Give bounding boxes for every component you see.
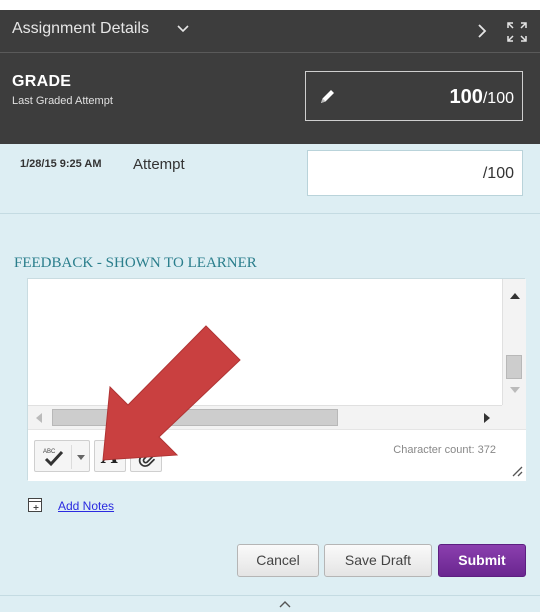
scroll-up-arrow-icon[interactable] (510, 293, 520, 299)
character-count: Character count: 372 (393, 444, 496, 456)
spellcheck-dropdown-icon[interactable] (77, 455, 85, 460)
spellcheck-button[interactable]: ABC (34, 440, 90, 472)
scroll-right-arrow-icon[interactable] (484, 413, 490, 423)
grade-override-field[interactable]: 100/100 (305, 71, 523, 121)
grade-sublabel: Last Graded Attempt (12, 95, 113, 107)
editor-toolbar: ABC A Character count: 372 (28, 429, 526, 481)
feedback-heading: FEEDBACK - SHOWN TO LEARNER (14, 255, 257, 271)
horizontal-scrollbar[interactable] (28, 405, 502, 429)
font-format-icon: A (102, 442, 119, 469)
panel-title[interactable]: Assignment Details (12, 20, 149, 38)
attempt-date: 1/28/15 9:25 AM (20, 158, 102, 170)
paperclip-icon (138, 447, 156, 467)
spellcheck-separator (71, 445, 72, 469)
panel-header: Assignment Details (0, 10, 540, 52)
app-frame: Assignment Details GRADE Last Graded Att… (0, 0, 540, 612)
attach-file-button[interactable] (130, 440, 162, 472)
scrollbar-corner (502, 405, 526, 429)
save-draft-button[interactable]: Save Draft (324, 544, 432, 577)
notes-icon (28, 498, 42, 512)
attempt-panel: 1/28/15 9:25 AM Attempt /100 FEEDBACK - … (0, 144, 540, 612)
add-notes-link[interactable]: Add Notes (58, 499, 114, 513)
horizontal-scroll-thumb[interactable] (52, 409, 338, 426)
feedback-text-area[interactable] (28, 279, 502, 405)
chevron-right-icon[interactable] (472, 21, 492, 41)
svg-text:ABC: ABC (43, 449, 56, 455)
attempt-label: Attempt (133, 156, 185, 173)
panel-bottom-divider (0, 595, 540, 596)
grade-score: 100/100 (449, 86, 514, 109)
resize-handle-icon[interactable] (509, 463, 523, 477)
expand-icon[interactable] (506, 21, 528, 43)
scroll-down-arrow-icon[interactable] (510, 387, 520, 393)
chevron-up-icon[interactable] (278, 599, 292, 609)
scroll-left-arrow-icon[interactable] (36, 413, 42, 423)
vertical-scroll-thumb[interactable] (506, 355, 522, 379)
chevron-down-icon[interactable] (174, 20, 192, 38)
pencil-icon[interactable] (316, 86, 338, 108)
attempt-row: 1/28/15 9:25 AM Attempt /100 (0, 144, 540, 214)
vertical-scrollbar[interactable] (502, 279, 526, 405)
cancel-button[interactable]: Cancel (237, 544, 319, 577)
spellcheck-icon: ABC (43, 449, 64, 467)
feedback-editor: ABC A Character count: 372 (27, 278, 526, 481)
grade-label: GRADE (12, 73, 72, 90)
submit-button[interactable]: Submit (438, 544, 526, 577)
font-format-button[interactable]: A (94, 440, 126, 472)
toolbar-buttons: ABC A (34, 440, 162, 472)
grade-score-value: 100 (449, 86, 483, 108)
grade-bar: GRADE Last Graded Attempt 100/100 (0, 52, 540, 144)
attempt-grade-max: /100 (482, 165, 514, 182)
grade-score-max: /100 (482, 90, 514, 107)
attempt-grade-input[interactable]: /100 (307, 150, 523, 196)
